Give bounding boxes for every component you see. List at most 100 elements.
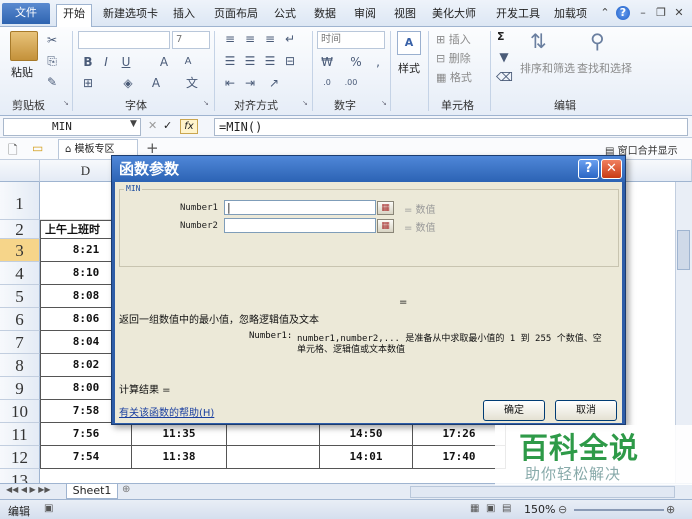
sheet-nav-icon[interactable]: ◀◀ ◀ ▶ ▶▶ <box>6 485 51 494</box>
cell-g12[interactable]: 14:01 <box>320 446 413 469</box>
cell-g11[interactable]: 14:50 <box>320 423 413 446</box>
tab-home[interactable]: 开始 <box>56 4 92 27</box>
bold-icon[interactable]: B <box>80 54 96 70</box>
fill-color-icon[interactable]: ◈ <box>120 75 136 91</box>
increase-indent-icon[interactable]: ⇥ <box>242 75 258 91</box>
number-format-combo[interactable]: 时间 <box>317 31 385 49</box>
phonetic-icon[interactable]: 文 <box>184 75 200 91</box>
cell-d11[interactable]: 7:56 <box>40 423 132 446</box>
align-top-icon[interactable]: ≡ <box>222 31 238 47</box>
decrease-decimal-icon[interactable]: .00 <box>343 75 359 91</box>
sort-filter-icon[interactable]: ⇅ <box>530 29 547 53</box>
number2-input[interactable] <box>224 218 376 233</box>
row-header-13[interactable]: 13 <box>0 469 40 483</box>
zoom-in-icon[interactable]: ⊕ <box>666 503 675 516</box>
align-left-icon[interactable]: ☰ <box>222 53 238 69</box>
font-color-icon[interactable]: A <box>148 75 164 91</box>
horizontal-scrollbar[interactable] <box>410 486 675 498</box>
paste-icon[interactable] <box>10 31 38 61</box>
normal-view-icon[interactable]: ▦ <box>470 503 479 514</box>
styles-button[interactable]: 样式 <box>398 60 420 76</box>
cancel-entry-icon[interactable]: ✕ <box>148 119 157 132</box>
restore-icon[interactable]: ❐ <box>654 6 668 20</box>
align-middle-icon[interactable]: ≡ <box>242 31 258 47</box>
italic-icon[interactable]: I <box>98 54 114 70</box>
font-name-combo[interactable] <box>78 31 170 49</box>
cell-e12[interactable]: 11:38 <box>132 446 227 469</box>
sheet-tab-sheet1[interactable]: Sheet1 <box>66 484 118 499</box>
row-header-10[interactable]: 10 <box>0 400 40 423</box>
cell-e11[interactable]: 11:35 <box>132 423 227 446</box>
wrap-text-icon[interactable]: ↵ <box>282 31 298 47</box>
paste-button[interactable]: 粘贴 <box>11 64 33 80</box>
close-icon[interactable]: ✕ <box>672 6 686 20</box>
format-painter-icon[interactable]: ✎ <box>44 74 60 90</box>
find-select-button[interactable]: 查找和选择 <box>577 60 632 76</box>
tab-file[interactable]: 文件 <box>2 3 50 24</box>
row-header-6[interactable]: 6 <box>0 308 40 331</box>
font-size-combo[interactable]: 7 <box>172 31 210 49</box>
currency-icon[interactable]: ₩ <box>319 54 335 70</box>
cell-h11[interactable]: 17:26 <box>413 423 506 446</box>
number-launcher-icon[interactable]: ↘ <box>381 99 387 107</box>
styles-icon[interactable]: A <box>397 31 421 55</box>
copy-icon[interactable]: ⎘ <box>44 53 60 69</box>
number1-input[interactable]: | <box>224 200 376 215</box>
ribbon-collapse-icon[interactable]: ⌃ <box>598 6 612 20</box>
insert-cells-button[interactable]: ⊞ 插入 <box>436 31 471 47</box>
cell-d12[interactable]: 7:54 <box>40 446 132 469</box>
page-layout-view-icon[interactable]: ▣ <box>486 503 495 514</box>
orientation-icon[interactable]: ↗ <box>266 75 282 91</box>
page-break-view-icon[interactable]: ▤ <box>502 503 511 514</box>
cell-f11[interactable] <box>227 423 320 446</box>
align-bottom-icon[interactable]: ≡ <box>262 31 278 47</box>
autosum-button[interactable]: Σ <box>497 30 505 43</box>
confirm-entry-icon[interactable]: ✓ <box>163 119 172 132</box>
tab-formulas[interactable]: 公式 <box>268 5 302 27</box>
tab-data[interactable]: 数据 <box>308 5 342 27</box>
help-icon[interactable]: ? <box>616 6 630 20</box>
new-doc-icon[interactable]: 🗋 <box>8 141 18 162</box>
row-header-7[interactable]: 7 <box>0 331 40 354</box>
zoom-out-icon[interactable]: ⊖ <box>558 503 567 516</box>
row-header-4[interactable]: 4 <box>0 262 40 285</box>
cell-f12[interactable] <box>227 446 320 469</box>
shrink-font-icon[interactable]: A <box>180 54 196 70</box>
underline-icon[interactable]: U <box>118 54 134 70</box>
sort-filter-button[interactable]: 排序和筛选 <box>520 60 575 76</box>
formula-input[interactable]: =MIN() <box>214 118 688 136</box>
tab-addins[interactable]: 加载项 <box>548 5 593 27</box>
cancel-button[interactable]: 取消 <box>555 400 617 421</box>
number2-ref-icon[interactable]: ▦ <box>377 219 394 233</box>
macro-record-icon[interactable]: ▣ <box>44 503 53 514</box>
row-header-1[interactable]: 1 <box>0 182 40 220</box>
comma-icon[interactable]: , <box>370 54 386 70</box>
tab-view[interactable]: 视图 <box>388 5 422 27</box>
insert-sheet-icon[interactable]: ⊕ <box>122 484 130 495</box>
insert-function-icon[interactable]: fx <box>180 119 198 134</box>
tab-developer[interactable]: 开发工具 <box>490 5 546 27</box>
cut-icon[interactable]: ✂ <box>44 32 60 48</box>
row-header-9[interactable]: 9 <box>0 377 40 400</box>
row-header-2[interactable]: 2 <box>0 220 40 239</box>
row-header-12[interactable]: 12 <box>0 446 40 469</box>
clipboard-launcher-icon[interactable]: ↘ <box>63 99 69 107</box>
tab-beautify[interactable]: 美化大师 <box>426 5 482 27</box>
row-header-8[interactable]: 8 <box>0 354 40 377</box>
dialog-help-icon[interactable]: ? <box>578 159 599 179</box>
minimize-icon[interactable]: – <box>636 6 650 20</box>
select-all-corner[interactable] <box>0 160 40 182</box>
folder-icon[interactable]: ▭ <box>32 141 43 155</box>
cell-h12[interactable]: 17:40 <box>413 446 506 469</box>
zoom-level[interactable]: 150% <box>524 503 555 516</box>
ok-button[interactable]: 确定 <box>483 400 545 421</box>
grow-font-icon[interactable]: A <box>156 54 172 70</box>
align-right-icon[interactable]: ☰ <box>262 53 278 69</box>
align-center-icon[interactable]: ☰ <box>242 53 258 69</box>
clear-icon[interactable]: ⌫ <box>496 69 513 85</box>
increase-decimal-icon[interactable]: .0 <box>319 75 335 91</box>
percent-icon[interactable]: % <box>348 54 364 70</box>
row-header-5[interactable]: 5 <box>0 285 40 308</box>
delete-cells-button[interactable]: ⊟ 删除 <box>436 50 471 66</box>
vertical-scroll-thumb[interactable] <box>677 230 690 270</box>
